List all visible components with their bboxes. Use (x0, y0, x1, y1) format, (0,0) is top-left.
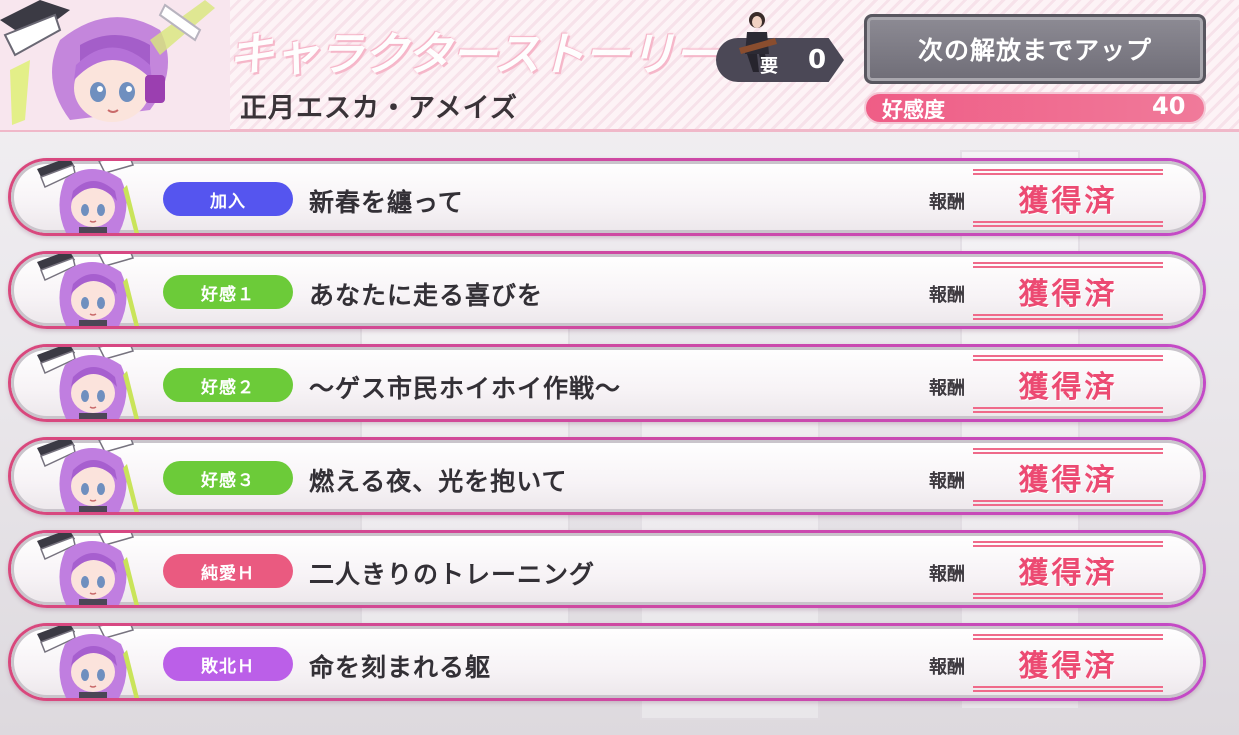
reward-obtained-stamp: 獲得済 (973, 448, 1163, 506)
cost-value: 0 (808, 45, 827, 75)
reward-label: 報酬 (929, 378, 965, 399)
story-row[interactable]: 加入 新春を纏って 報酬 獲得済 (8, 158, 1206, 236)
reward-obtained-stamp: 獲得済 (973, 634, 1163, 692)
reward-obtained-stamp: 獲得済 (973, 262, 1163, 320)
story-tag: 敗北Ｈ (163, 647, 293, 681)
character-thumbnail (29, 161, 151, 233)
reward-label: 報酬 (929, 564, 965, 585)
affection-label: 好感度 (882, 98, 945, 122)
story-header: キャラクターストーリー 正月エスカ・アメイズ 要 0 次の解放までアップ 好感度… (0, 0, 1239, 132)
reward-label: 報酬 (929, 285, 965, 306)
story-title: 命を刻まれる躯 (309, 653, 492, 682)
story-title: あなたに走る喜びを (309, 281, 544, 310)
story-title: ～ゲス市民ホイホイ作戦～ (309, 374, 622, 403)
story-title: 二人きりのトレーニング (309, 560, 596, 589)
story-tag: 好感１ (163, 275, 293, 309)
cost-label: 要 (760, 56, 778, 77)
character-thumbnail (29, 533, 151, 605)
reward-obtained-stamp: 獲得済 (973, 355, 1163, 413)
story-row[interactable]: 好感２ ～ゲス市民ホイホイ作戦～ 報酬 獲得済 (8, 344, 1206, 422)
story-tag: 加入 (163, 182, 293, 216)
section-title: キャラクターストーリー (228, 27, 720, 81)
reward-label: 報酬 (929, 471, 965, 492)
character-thumbnail (29, 440, 151, 512)
affection-value: 40 (1152, 92, 1186, 120)
story-tag: 好感３ (163, 461, 293, 495)
story-row[interactable]: 好感３ 燃える夜、光を抱いて 報酬 獲得済 (8, 437, 1206, 515)
story-row[interactable]: 好感１ あなたに走る喜びを 報酬 獲得済 (8, 251, 1206, 329)
story-title: 新春を纏って (309, 188, 464, 217)
reward-obtained-stamp: 獲得済 (973, 541, 1163, 599)
unlock-next-button[interactable]: 次の解放までアップ (864, 14, 1206, 84)
reward-obtained-stamp: 獲得済 (973, 169, 1163, 227)
character-thumbnail (29, 347, 151, 419)
story-title: 燃える夜、光を抱いて (309, 467, 568, 496)
reward-label: 報酬 (929, 192, 965, 213)
character-thumbnail (29, 254, 151, 326)
character-thumbnail (29, 626, 151, 698)
character-name: 正月エスカ・アメイズ (240, 93, 518, 124)
story-row[interactable]: 敗北Ｈ 命を刻まれる躯 報酬 獲得済 (8, 623, 1206, 701)
reward-label: 報酬 (929, 657, 965, 678)
story-tag: 純愛Ｈ (163, 554, 293, 588)
story-tag: 好感２ (163, 368, 293, 402)
character-portrait (0, 0, 230, 130)
story-row[interactable]: 純愛Ｈ 二人きりのトレーニング 報酬 獲得済 (8, 530, 1206, 608)
